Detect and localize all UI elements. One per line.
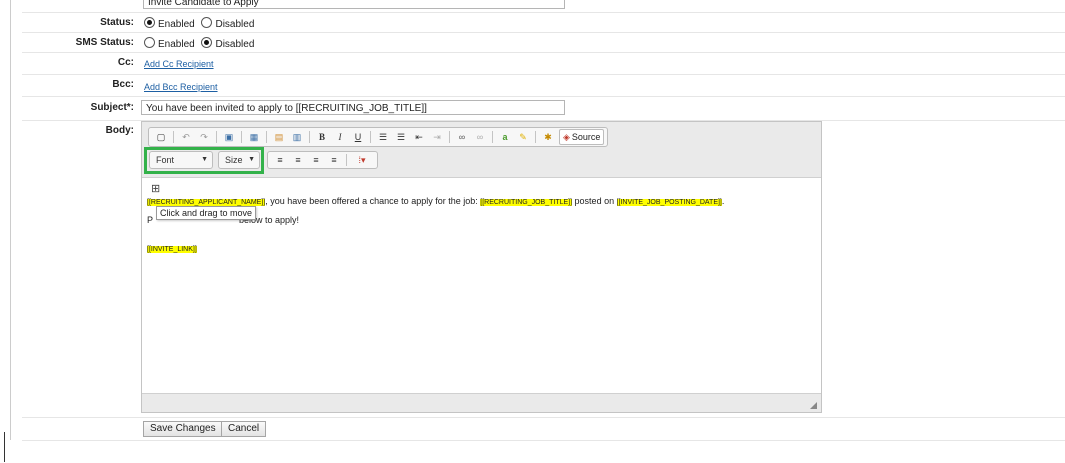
toolbar-row-2: ≡ ≡ ≡ ≡ ⁞▾ — [267, 151, 378, 169]
content-text-2: posted on — [572, 196, 617, 206]
sms-enabled-radio[interactable] — [144, 37, 155, 48]
editor-toolbar: ▢ ↶ ↷ ▣ ▦ ▤ ▥ B I U ☰ ☰ ⇤ ⇥ ∞ ∞ a ✎ ✱ ◈ … — [142, 122, 821, 178]
form-divider — [22, 417, 1065, 418]
job-title-tag: [[RECRUITING_JOB_TITLE]] — [480, 199, 573, 206]
image-icon[interactable]: ▣ — [221, 130, 237, 144]
subject-label: Subject*: — [90, 102, 134, 113]
drag-tooltip: Click and drag to move — [156, 206, 257, 220]
toolbar-row-1: ▢ ↶ ↷ ▣ ▦ ▤ ▥ B I U ☰ ☰ ⇤ ⇥ ∞ ∞ a ✎ ✱ ◈ … — [148, 127, 609, 147]
numbered-list-icon[interactable]: ☰ — [375, 130, 391, 144]
left-divider — [10, 0, 11, 440]
sms-status-row: SMS Status: Enabled Disabled — [22, 33, 1065, 53]
font-size-highlight-box — [144, 147, 264, 174]
status-row: Status: Enabled Disabled — [22, 13, 1065, 33]
content-text-1: , you have been offered a chance to appl… — [265, 196, 481, 206]
invite-link-tag: [[INVITE_LINK]] — [147, 246, 197, 253]
content-line-2-prefix: P — [147, 215, 154, 225]
align-left-icon[interactable]: ≡ — [272, 153, 288, 167]
email-template-form: Invite Candidate to Apply Status: Enable… — [22, 0, 1065, 136]
sms-enabled-label: Enabled — [158, 39, 195, 50]
bulleted-list-icon[interactable]: ☰ — [393, 130, 409, 144]
content-text-3: . — [721, 196, 725, 206]
redo-icon[interactable]: ↷ — [196, 130, 212, 144]
paste-text-icon[interactable]: ▤ — [271, 130, 287, 144]
body-editor[interactable]: ▢ ↶ ↷ ▣ ▦ ▤ ▥ B I U ☰ ☰ ⇤ ⇥ ∞ ∞ a ✎ ✱ ◈ … — [141, 121, 822, 413]
cancel-button[interactable]: Cancel — [221, 421, 267, 437]
status-enabled-radio[interactable] — [144, 17, 155, 28]
text-color-icon[interactable]: ⁞▾ — [351, 153, 373, 167]
source-button[interactable]: ◈ Source — [559, 129, 605, 145]
align-center-icon[interactable]: ≡ — [290, 153, 306, 167]
text-cursor — [4, 432, 5, 462]
applicant-name-tag: [[RECRUITING_APPLICANT_NAME]] — [147, 199, 266, 206]
add-bcc-recipient-link[interactable]: Add Bcc Recipient — [144, 82, 218, 92]
status-options: Enabled Disabled — [144, 17, 258, 30]
sms-disabled-radio[interactable] — [201, 37, 213, 48]
sms-status-options: Enabled Disabled — [144, 37, 258, 50]
bcc-row: Bcc: Add Bcc Recipient — [22, 75, 1065, 97]
editor-footer — [142, 393, 821, 412]
body-label: Body: — [105, 125, 134, 136]
cc-row: Cc: Add Cc Recipient — [22, 53, 1065, 75]
form-divider — [22, 440, 1065, 441]
sms-disabled-label: Disabled — [215, 39, 255, 50]
table-icon[interactable]: ▦ — [246, 130, 262, 144]
underline-icon[interactable]: U — [350, 130, 366, 144]
status-label: Status: — [100, 17, 134, 28]
name-row: Invite Candidate to Apply — [22, 0, 1065, 13]
source-icon: ◈ — [563, 131, 570, 142]
outdent-icon[interactable]: ⇤ — [411, 130, 427, 144]
unlink-icon[interactable]: ∞ — [472, 130, 488, 144]
save-changes-button[interactable]: Save Changes — [143, 421, 223, 437]
template-name-value: Invite Candidate to Apply — [148, 0, 259, 8]
link-icon[interactable]: ∞ — [454, 130, 470, 144]
subject-value: You have been invited to apply to [[RECR… — [146, 103, 427, 114]
highlight-icon[interactable]: ✎ — [515, 130, 531, 144]
status-enabled-label: Enabled — [158, 19, 195, 30]
italic-icon[interactable]: I — [332, 130, 348, 144]
bold-icon[interactable]: B — [314, 130, 330, 144]
source-label: Source — [571, 132, 601, 142]
bcc-label: Bcc: — [112, 79, 134, 90]
subject-input[interactable]: You have been invited to apply to [[RECR… — [141, 100, 565, 115]
sms-status-label: SMS Status: — [75, 37, 134, 48]
posting-date-tag: [[INVITE_JOB_POSTING_DATE]] — [616, 199, 722, 206]
add-cc-recipient-link[interactable]: Add Cc Recipient — [144, 59, 214, 69]
status-disabled-radio[interactable] — [201, 17, 213, 28]
resize-handle-icon[interactable] — [810, 402, 817, 409]
content-line-3: [[INVITE_LINK]] — [147, 241, 816, 257]
template-name-input[interactable]: Invite Candidate to Apply — [143, 0, 565, 9]
merge-field-icon[interactable]: ✱ — [540, 130, 556, 144]
preview-icon[interactable]: ▢ — [153, 130, 169, 144]
subject-row: Subject*: You have been invited to apply… — [22, 97, 1065, 121]
spellcheck-icon[interactable]: a — [497, 130, 513, 144]
status-disabled-label: Disabled — [215, 19, 255, 30]
cc-label: Cc: — [117, 57, 134, 68]
align-right-icon[interactable]: ≡ — [308, 153, 324, 167]
undo-icon[interactable]: ↶ — [178, 130, 194, 144]
paste-word-icon[interactable]: ▥ — [289, 130, 305, 144]
indent-icon[interactable]: ⇥ — [429, 130, 445, 144]
align-justify-icon[interactable]: ≡ — [326, 153, 342, 167]
